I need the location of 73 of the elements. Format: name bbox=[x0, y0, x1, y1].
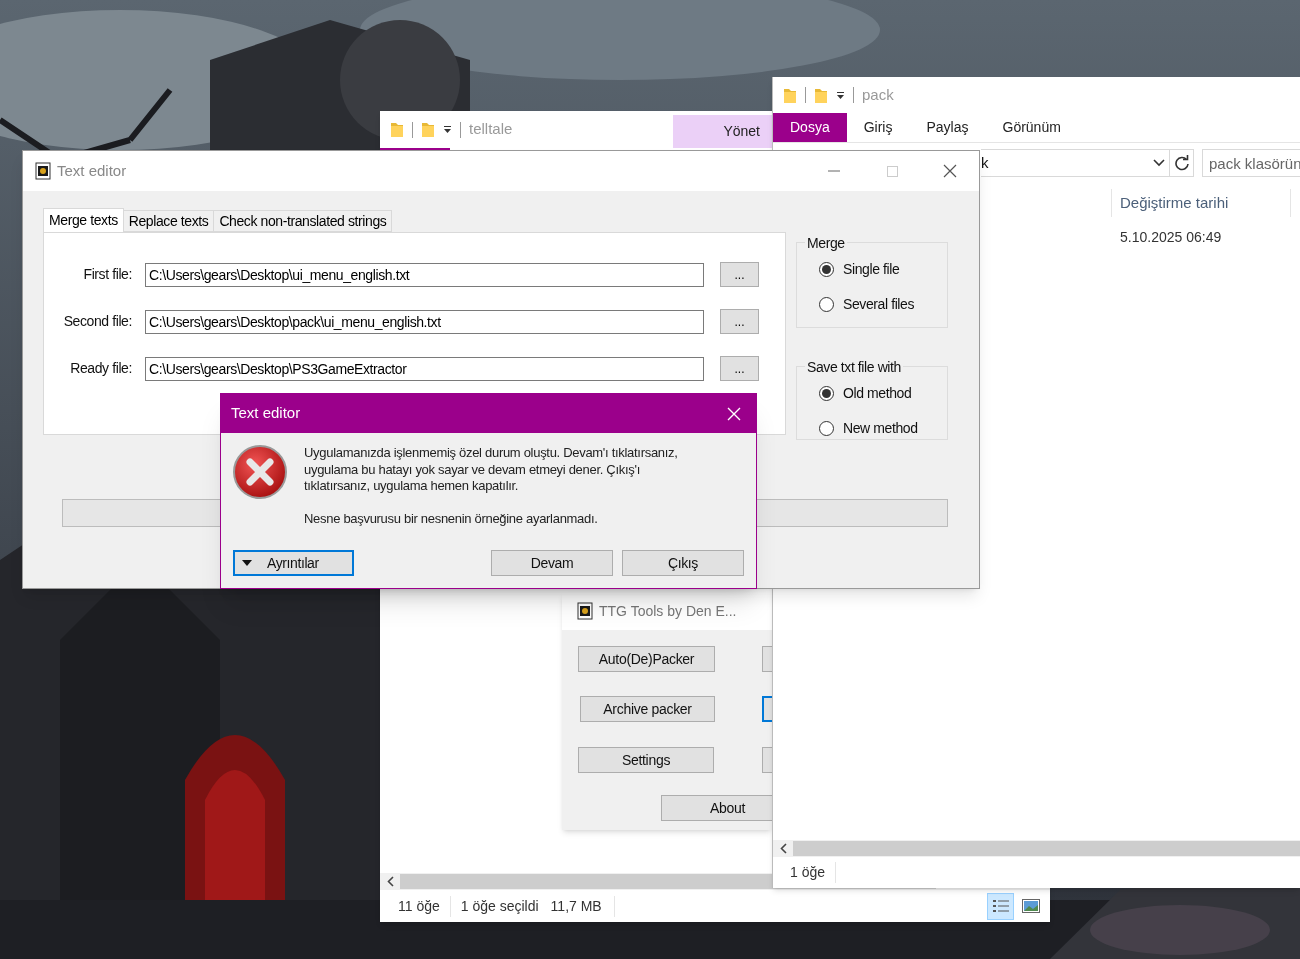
button[interactable]: Çıkış bbox=[622, 550, 744, 576]
window-title: TTG Tools by Den E... bbox=[599, 601, 737, 621]
button[interactable]: Settings bbox=[578, 747, 714, 773]
tab[interactable]: Replace texts bbox=[122, 210, 215, 232]
radio-label: Old method bbox=[843, 384, 912, 403]
folder-icon[interactable] bbox=[390, 121, 404, 138]
status-text: 1 öğe seçildi bbox=[459, 896, 539, 916]
window-title: pack bbox=[862, 84, 894, 105]
horizontal-scrollbar[interactable] bbox=[773, 840, 1300, 857]
scrollbar-thumb[interactable] bbox=[793, 841, 1300, 856]
app-icon bbox=[35, 162, 51, 180]
browse-button[interactable]: ... bbox=[720, 262, 759, 287]
address-field[interactable]: k bbox=[981, 149, 1171, 177]
text-field[interactable]: C:\Users\gears\Desktop\PS3GameExtractor bbox=[145, 356, 704, 381]
tab[interactable]: Merge texts bbox=[43, 208, 124, 232]
close-icon bbox=[943, 164, 957, 178]
button[interactable]: Auto(De)Packer bbox=[578, 646, 715, 672]
error-icon bbox=[232, 444, 288, 500]
list-icon bbox=[991, 898, 1010, 914]
details-view-button[interactable] bbox=[987, 892, 1014, 920]
folder-icon[interactable] bbox=[421, 121, 435, 138]
status-text: 11 öğe bbox=[398, 895, 451, 917]
button[interactable]: Devam bbox=[491, 550, 613, 576]
field-label: Second file: bbox=[62, 312, 132, 331]
button[interactable] bbox=[762, 696, 772, 722]
window-title: telltale bbox=[469, 119, 513, 140]
app-icon bbox=[577, 602, 593, 620]
radio-label: New method bbox=[843, 419, 918, 438]
browse-button[interactable]: ... bbox=[720, 309, 759, 334]
ribbon-tab[interactable]: Yönet bbox=[673, 115, 772, 148]
radio-label: Several files bbox=[843, 295, 915, 314]
folder-icon[interactable] bbox=[814, 86, 828, 104]
radio-button[interactable] bbox=[819, 262, 834, 277]
radio-button[interactable] bbox=[819, 297, 834, 312]
search-field[interactable]: pack klasörün bbox=[1202, 149, 1300, 177]
ribbon-tab[interactable]: Dosya bbox=[773, 113, 847, 142]
dropdown-icon[interactable] bbox=[443, 125, 452, 134]
table-cell-text: 5.10.2025 06:49 bbox=[1120, 228, 1222, 247]
minimize-icon bbox=[828, 170, 840, 172]
button[interactable]: Archive packer bbox=[580, 696, 715, 722]
maximize-icon bbox=[886, 165, 898, 177]
radio-label: Single file bbox=[843, 260, 900, 279]
scroll-left-icon[interactable] bbox=[779, 843, 787, 854]
chevron-down-icon[interactable] bbox=[1153, 159, 1166, 167]
text-field[interactable]: C:\Users\gears\Desktop\ui_menu_english.txt bbox=[145, 262, 704, 287]
button[interactable] bbox=[762, 747, 772, 773]
folder-icon[interactable] bbox=[783, 86, 797, 104]
ribbon-tab[interactable]: Görünüm bbox=[985, 113, 1078, 142]
column-header[interactable]: Değiştirme tarihi bbox=[1111, 189, 1291, 217]
image-icon bbox=[1021, 899, 1040, 913]
caret-icon bbox=[242, 560, 252, 566]
refresh-button[interactable] bbox=[1170, 149, 1194, 177]
refresh-icon bbox=[1173, 155, 1190, 171]
window-title: Text editor bbox=[57, 160, 127, 181]
button[interactable] bbox=[762, 646, 772, 672]
scroll-left-icon[interactable] bbox=[386, 876, 394, 887]
details-button[interactable]: Ayrıntılar bbox=[233, 550, 354, 576]
tab[interactable]: Check non-translated strings bbox=[213, 210, 393, 232]
browse-button[interactable]: ... bbox=[720, 356, 759, 381]
message-text: Uygulamanızda işlenmemiş özel durum oluştu. Devam'ı tıklatırsanız, uygulama bu hatayı yok sayar ve devam etmeyi dener. Çıkış'ı tıklatırsanız, uygulama hemen kapatılır. bbox=[304, 445, 679, 495]
radio-button[interactable] bbox=[819, 386, 834, 401]
text-field[interactable]: C:\Users\gears\Desktop\pack\ui_menu_english.txt bbox=[145, 309, 704, 334]
status-text: 1 öğe bbox=[790, 862, 837, 883]
button[interactable]: About bbox=[661, 795, 772, 821]
dropdown-icon[interactable] bbox=[836, 90, 845, 100]
ribbon-tab[interactable]: Giriş bbox=[846, 113, 910, 142]
field-label: First file: bbox=[82, 265, 132, 284]
ribbon-tab[interactable]: Paylaş bbox=[909, 113, 986, 142]
close-icon bbox=[727, 406, 741, 421]
radio-button[interactable] bbox=[819, 421, 834, 436]
status-text: 11,7 MB bbox=[538, 895, 615, 917]
field-label: Ready file: bbox=[69, 359, 132, 378]
dialog-title: Text editor bbox=[230, 403, 302, 424]
